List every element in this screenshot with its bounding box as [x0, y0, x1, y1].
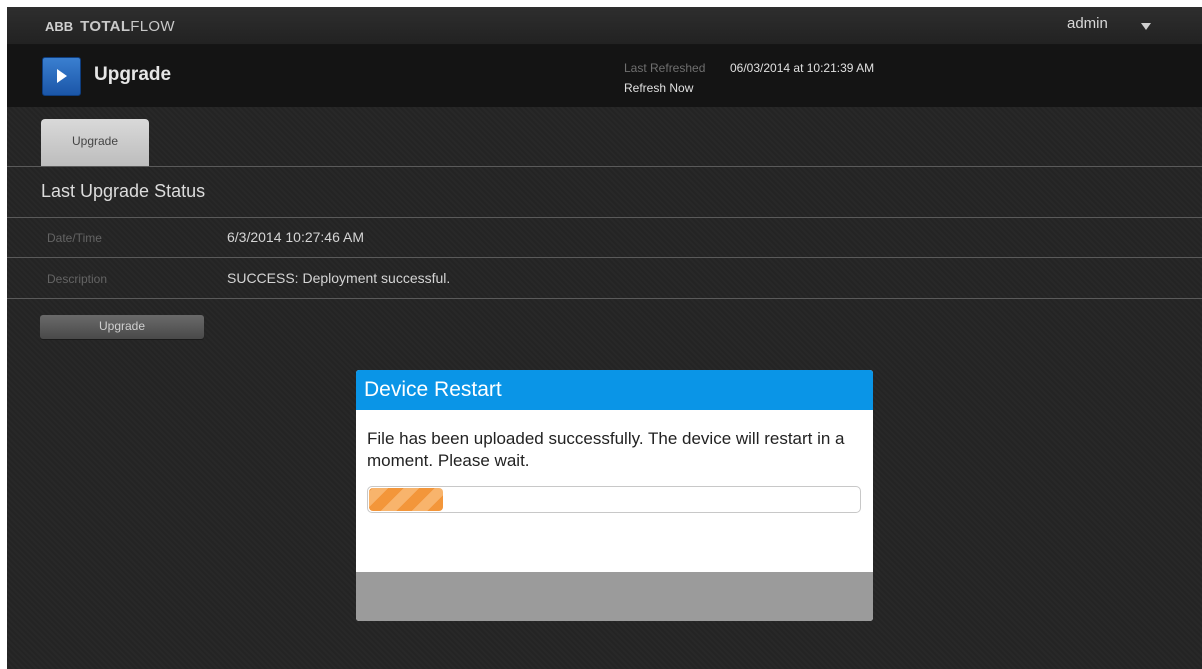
- play-triangle: [57, 69, 67, 83]
- user-name[interactable]: admin: [1067, 15, 1108, 32]
- row-divider: [7, 298, 1202, 299]
- brand-logo: ABB TOTALFLOW: [45, 18, 175, 35]
- caret-down-icon[interactable]: [1141, 23, 1151, 30]
- app-window: ABB TOTALFLOW admin Upgrade Last Refreshe…: [7, 7, 1202, 669]
- row-value-description: SUCCESS: Deployment successful.: [227, 270, 451, 286]
- upgrade-button[interactable]: Upgrade: [40, 315, 204, 339]
- dialog-footer: [356, 572, 873, 621]
- row-divider: [7, 257, 1202, 258]
- page-title: Upgrade: [94, 64, 172, 85]
- tab-divider: [7, 166, 1202, 167]
- dialog-header: Device Restart: [356, 370, 873, 410]
- abb-logo: ABB: [45, 19, 74, 34]
- row-label-datetime: Date/Time: [47, 231, 102, 245]
- last-refreshed-value: 06/03/2014 at 10:21:39 AM: [730, 61, 875, 75]
- section-divider: [7, 217, 1202, 218]
- row-label-description: Description: [47, 272, 108, 286]
- brand-flow: FLOW: [130, 18, 175, 35]
- refresh-now-link[interactable]: Refresh Now: [624, 81, 693, 95]
- device-restart-dialog: Device Restart File has been uploaded su…: [356, 370, 873, 621]
- row-value-datetime: 6/3/2014 10:27:46 AM: [227, 229, 364, 245]
- dialog-message: File has been uploaded successfully. The…: [367, 429, 845, 470]
- brand-total: TOTAL: [80, 18, 131, 35]
- section-title: Last Upgrade Status: [41, 181, 206, 201]
- progress-bar: [367, 486, 861, 513]
- page-header: Upgrade Last Refreshed 06/03/2014 at 10:…: [7, 45, 1202, 107]
- progress-fill: [369, 488, 443, 511]
- last-refreshed-label: Last Refreshed: [624, 61, 706, 75]
- tab-upgrade[interactable]: Upgrade: [41, 119, 149, 166]
- dialog-title: Device Restart: [364, 378, 502, 401]
- top-bar: ABB TOTALFLOW admin: [7, 7, 1202, 45]
- play-icon[interactable]: [42, 57, 81, 96]
